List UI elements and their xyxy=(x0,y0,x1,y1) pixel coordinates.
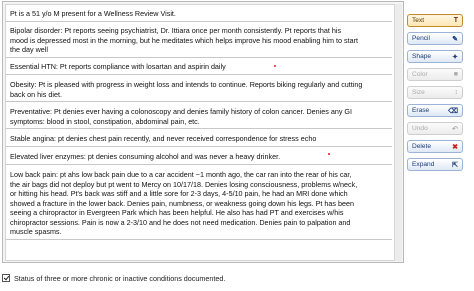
note-line: Obesity: Pt is pleased with progress in … xyxy=(10,80,363,89)
note-line: muscle spasms. xyxy=(10,227,62,236)
status-footer: Status of three or more chronic or inact… xyxy=(2,270,462,286)
undo-button[interactable]: Undo ↶ xyxy=(407,122,463,135)
shape-tool-button[interactable]: Shape ✦ xyxy=(407,50,463,63)
undo-icon: ↶ xyxy=(452,125,458,133)
note-line: Stable angina: pt denies chest pain rece… xyxy=(10,134,317,143)
text-tool-button[interactable]: Text T xyxy=(407,14,463,27)
note-line: Essential HTN: Pt reports compliance wit… xyxy=(10,62,226,71)
ink-dot xyxy=(328,153,330,155)
pencil-tool-label: Pencil xyxy=(412,35,430,42)
color-swatch-icon: ■ xyxy=(453,71,458,78)
note-editor[interactable]: Pt is a 51 y/o M present for a Wellness … xyxy=(5,4,395,261)
ink-dot xyxy=(274,65,276,67)
note-line: the day well xyxy=(10,45,48,54)
note-line: or hitting his head. Pt's back was stiff… xyxy=(10,189,348,198)
delete-button[interactable]: Delete ✖ xyxy=(407,140,463,153)
divider xyxy=(6,74,392,75)
divider xyxy=(6,128,392,129)
note-line: Low back pain: pt ahs low back pain due … xyxy=(10,170,352,179)
color-tool-label: Color xyxy=(412,71,428,78)
note-line: back on his diet. xyxy=(10,89,62,99)
undo-label: Undo xyxy=(412,125,428,132)
note-frame: Pt is a 51 y/o M present for a Wellness … xyxy=(2,1,404,263)
status-text: Status of three or more chronic or inact… xyxy=(14,273,226,283)
erase-tool-button[interactable]: Erase ⌫ xyxy=(407,104,463,117)
checkbox-checked[interactable] xyxy=(2,274,10,282)
delete-label: Delete xyxy=(412,143,432,150)
text-t-icon: T xyxy=(453,17,458,24)
note-line: seeing a chiropractor in Evergreen Park … xyxy=(10,208,344,217)
divider xyxy=(6,164,392,165)
size-tool-button[interactable]: Size ↕ xyxy=(407,86,463,99)
note-line: symptoms: blood in stool, constipation, … xyxy=(10,116,200,126)
divider xyxy=(6,146,392,147)
note-line: chiropractor sessions. Pain is now a 2-3… xyxy=(10,217,351,227)
note-line: Elevated liver enzymes: pt denies consum… xyxy=(10,152,281,161)
divider xyxy=(6,57,392,58)
expand-button[interactable]: Expand ⇱ xyxy=(407,158,463,171)
note-line: Pt is a 51 y/o M present for a Wellness … xyxy=(10,9,176,18)
pencil-tool-button[interactable]: Pencil ✎ xyxy=(407,32,463,45)
divider xyxy=(6,21,392,22)
eraser-icon: ⌫ xyxy=(448,107,458,115)
color-tool-button[interactable]: Color ■ xyxy=(407,68,463,81)
size-icon: ↕ xyxy=(454,89,459,96)
erase-tool-label: Erase xyxy=(412,107,430,114)
expand-icon: ⇱ xyxy=(452,161,458,169)
delete-x-icon: ✖ xyxy=(452,143,458,151)
shape-tool-label: Shape xyxy=(412,53,432,60)
expand-label: Expand xyxy=(412,161,435,168)
divider xyxy=(6,239,392,240)
editor-scrollbar[interactable] xyxy=(394,4,402,261)
note-line: Preventative: Pt denies ever having a co… xyxy=(10,107,352,116)
pencil-icon: ✎ xyxy=(452,35,458,43)
size-tool-label: Size xyxy=(412,89,425,96)
text-tool-label: Text xyxy=(412,17,425,24)
note-line: showed a fracture in the lower back. Den… xyxy=(10,198,354,208)
divider xyxy=(6,101,392,102)
note-line: the air bags did not deploy but pt went … xyxy=(10,179,358,189)
note-line: Bipolar disorder: Pt reports seeing psyc… xyxy=(10,26,342,35)
shapes-icon: ✦ xyxy=(452,53,458,61)
note-line: mood is depressed most in the morning, b… xyxy=(10,35,358,45)
